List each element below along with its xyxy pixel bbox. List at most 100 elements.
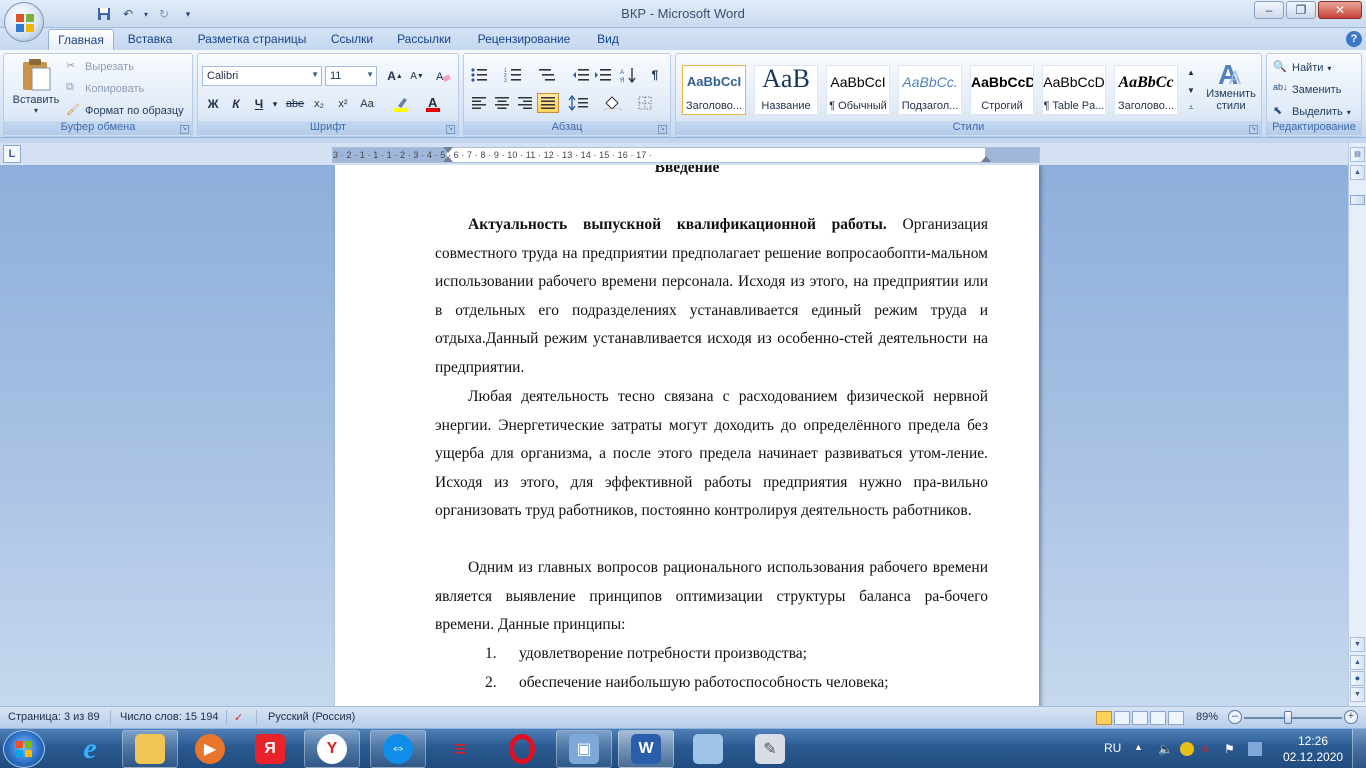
superscript-button[interactable]: x²	[332, 94, 354, 114]
proofing-icon[interactable]: ✓	[234, 711, 243, 724]
start-button[interactable]	[3, 730, 45, 768]
left-indent-marker[interactable]	[443, 156, 453, 162]
font-name-dropdown-icon[interactable]: ▼	[311, 70, 319, 79]
paste-button[interactable]: Вставить ▾	[8, 58, 64, 122]
styles-more-icon[interactable]: ⩡	[1184, 100, 1198, 116]
help-icon[interactable]: ?	[1346, 31, 1362, 47]
first-line-indent-marker[interactable]	[443, 147, 453, 153]
taskbar-yandex-browser[interactable]: Y	[304, 730, 360, 768]
taskbar-network[interactable]: ▣	[556, 730, 612, 768]
web-layout-icon[interactable]	[1132, 711, 1148, 725]
justify-button[interactable]	[537, 93, 559, 113]
taskbar-opera[interactable]	[494, 730, 550, 768]
scroll-thumb[interactable]	[1350, 195, 1365, 205]
italic-button[interactable]: К	[225, 94, 247, 114]
network-status-icon[interactable]	[1180, 742, 1194, 756]
underline-button[interactable]: Ч	[248, 94, 270, 114]
scroll-up-icon[interactable]: ▲	[1350, 165, 1365, 180]
borders-button[interactable]	[634, 93, 664, 113]
volume-icon[interactable]: 🔈	[1158, 742, 1173, 756]
decrease-indent-button[interactable]	[570, 65, 592, 85]
tab-page-layout[interactable]: Разметка страницы	[190, 29, 314, 50]
zoom-slider-thumb[interactable]	[1284, 711, 1292, 724]
shading-button[interactable]	[600, 93, 630, 113]
horizontal-ruler[interactable]: 3 · 2 · 1 · 1 · 1 · 2 · 3 · 4 · 5 · 6 · …	[332, 147, 1040, 163]
styles-scroll-up-icon[interactable]: ▲	[1184, 64, 1198, 80]
tab-mailings[interactable]: Рассылки	[390, 29, 458, 50]
font-size-dropdown-icon[interactable]: ▼	[366, 70, 374, 79]
cut-button[interactable]: ✂ Вырезать	[66, 59, 134, 75]
zoom-slider[interactable]	[1244, 717, 1342, 719]
vertical-scrollbar[interactable]: ▤ ▲ ▼ ▲ ● ▼	[1348, 143, 1366, 706]
taskbar-media-player[interactable]: ▶	[182, 730, 238, 768]
font-color-button[interactable]: A	[422, 94, 444, 114]
taskbar-word[interactable]: W	[618, 730, 674, 768]
tab-stop-selector[interactable]: L	[3, 145, 21, 163]
select-browse-object-icon[interactable]: ●	[1350, 671, 1365, 686]
underline-dropdown-icon[interactable]: ▾	[270, 94, 280, 114]
change-styles-button[interactable]: AA Изменить стили	[1202, 58, 1260, 112]
align-center-button[interactable]	[491, 93, 513, 113]
next-page-icon[interactable]: ▼	[1350, 687, 1365, 702]
full-screen-reading-icon[interactable]	[1114, 711, 1130, 725]
clipboard-launcher-icon[interactable]: ↘	[180, 125, 189, 134]
right-indent-marker[interactable]	[981, 156, 991, 162]
numbering-button[interactable]: 123	[502, 65, 524, 85]
highlight-button[interactable]	[390, 94, 412, 114]
zoom-level[interactable]: 89%	[1196, 711, 1218, 723]
styles-launcher-icon[interactable]: ↘	[1249, 125, 1258, 134]
restore-button[interactable]: ❐	[1286, 1, 1316, 19]
outline-icon[interactable]	[1150, 711, 1166, 725]
taskbar-app-10[interactable]: ✎	[742, 730, 798, 768]
grow-font-button[interactable]: A ▲	[384, 66, 406, 86]
change-case-button[interactable]: Aa	[356, 94, 378, 114]
font-name-combo[interactable]: Calibri ▼	[202, 66, 322, 86]
minimize-button[interactable]: –	[1254, 1, 1284, 19]
clock[interactable]: 12:26 02.12.2020	[1283, 733, 1343, 765]
strikethrough-button[interactable]: abe	[284, 94, 306, 114]
replace-button[interactable]: ab↓ Заменить	[1273, 82, 1341, 98]
select-button[interactable]: ⬉ Выделить ▾	[1273, 104, 1351, 120]
page-count[interactable]: Страница: 3 из 89	[8, 711, 100, 723]
font-size-combo[interactable]: 11 ▼	[325, 66, 377, 86]
show-formatting-button[interactable]: ¶	[644, 65, 666, 85]
style-strong[interactable]: AaBbCcD Строгий	[970, 65, 1034, 115]
align-right-button[interactable]	[514, 93, 536, 113]
find-button[interactable]: 🔍 Найти ▾	[1273, 60, 1331, 76]
styles-scroll-down-icon[interactable]: ▼	[1184, 82, 1198, 98]
tab-insert[interactable]: Вставка	[120, 29, 180, 50]
word-count[interactable]: Число слов: 15 194	[120, 711, 218, 723]
style-title[interactable]: AaB Название	[754, 64, 818, 115]
clear-formatting-button[interactable]: A	[432, 66, 454, 86]
increase-indent-button[interactable]	[592, 65, 614, 85]
style-heading2[interactable]: AaBbCc Заголово...	[1114, 65, 1178, 115]
draft-icon[interactable]	[1168, 711, 1184, 725]
view-ruler-icon[interactable]: ▤	[1350, 147, 1365, 162]
format-painter-button[interactable]: 🖌 Формат по образцу	[66, 103, 184, 119]
font-launcher-icon[interactable]: ↘	[446, 125, 455, 134]
print-layout-icon[interactable]	[1096, 711, 1112, 725]
subscript-button[interactable]: x₂	[308, 94, 330, 114]
copy-button[interactable]: ⧉ Копировать	[66, 81, 144, 97]
network-icon[interactable]	[1248, 742, 1262, 756]
taskbar-explorer[interactable]	[122, 730, 178, 768]
tab-references[interactable]: Ссылки	[324, 29, 380, 50]
shrink-font-button[interactable]: A ▼	[406, 66, 428, 86]
taskbar-teamviewer[interactable]: ⇔	[370, 730, 426, 768]
scroll-down-icon[interactable]: ▼	[1350, 637, 1365, 652]
tab-home[interactable]: Главная	[48, 29, 114, 50]
show-hidden-icons-icon[interactable]: ▲	[1134, 742, 1148, 756]
tab-review[interactable]: Рецензирование	[468, 29, 580, 50]
style-subtitle[interactable]: AaBbCc. Подзагол...	[898, 65, 962, 115]
language-indicator[interactable]: Русский (Россия)	[268, 711, 355, 723]
previous-page-icon[interactable]: ▲	[1350, 655, 1365, 670]
taskbar-ie[interactable]: e	[62, 730, 118, 768]
taskbar-yandex-search[interactable]: Я	[242, 730, 298, 768]
action-center-icon[interactable]: ⚑	[1224, 742, 1238, 756]
taskbar-rss[interactable]: ≡	[432, 730, 488, 768]
bold-button[interactable]: Ж	[202, 94, 224, 114]
tray-app-icon[interactable]: ≡	[1202, 742, 1216, 756]
input-language[interactable]: RU	[1104, 741, 1121, 755]
close-button[interactable]: ✕	[1318, 1, 1362, 19]
zoom-out-icon[interactable]: –	[1228, 710, 1242, 724]
